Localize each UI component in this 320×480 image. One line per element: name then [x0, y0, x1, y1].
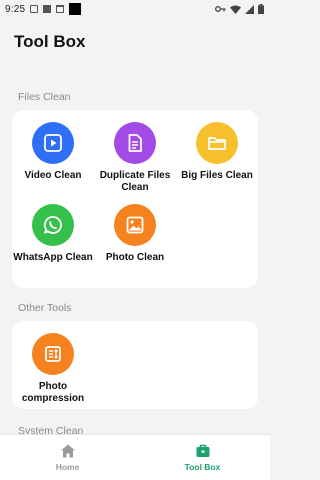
other-tools-card: Photo compression: [12, 321, 258, 409]
folder-icon: [196, 122, 238, 164]
nav-home-label: Home: [55, 462, 80, 472]
tool-photo-clean[interactable]: Photo Clean: [94, 204, 176, 264]
signal-icon: [245, 4, 254, 14]
tool-whatsapp-clean[interactable]: WhatsApp Clean: [12, 204, 94, 264]
toolbox-icon: [196, 444, 209, 457]
black-square-icon: [69, 3, 82, 15]
nav-home[interactable]: Home: [0, 435, 135, 480]
tool-label: Video Clean: [24, 170, 82, 181]
nav-toolbox-label: Tool Box: [184, 462, 221, 472]
tool-label: Duplicate Files Clean: [99, 170, 171, 193]
gallery-notification-icon: [30, 5, 39, 13]
section-label-files-clean: Files Clean: [18, 91, 71, 103]
tool-label: Photo compression: [21, 381, 85, 404]
nav-toolbox[interactable]: Tool Box: [135, 435, 270, 480]
app-notification-icon: [43, 5, 52, 13]
home-icon: [60, 444, 75, 458]
tool-label: WhatsApp Clean: [13, 252, 93, 263]
files-clean-card: Video Clean Duplicate Files Clean Big Fi…: [12, 110, 258, 288]
status-bar: 9:25: [0, 0, 270, 18]
battery-icon: [258, 4, 264, 14]
whatsapp-icon: [32, 204, 74, 246]
page-title: Tool Box: [14, 32, 86, 51]
trash-notification-icon: [56, 5, 65, 13]
key-icon: [215, 6, 226, 12]
tool-video-clean[interactable]: Video Clean: [12, 122, 94, 194]
bottom-navigation: Home Tool Box: [0, 434, 270, 480]
wifi-icon: [230, 5, 241, 14]
document-icon: [114, 122, 156, 164]
play-video-icon: [32, 122, 74, 164]
tool-photo-compression[interactable]: Photo compression: [12, 333, 94, 405]
tool-label: Photo Clean: [105, 252, 165, 263]
tool-big-files-clean[interactable]: Big Files Clean: [176, 122, 258, 194]
tool-duplicate-files-clean[interactable]: Duplicate Files Clean: [94, 122, 176, 194]
compress-icon: [32, 333, 74, 375]
section-label-other-tools: Other Tools: [18, 302, 72, 314]
image-icon: [114, 204, 156, 246]
tool-label: Big Files Clean: [181, 170, 253, 181]
status-time: 9:25: [5, 3, 26, 15]
